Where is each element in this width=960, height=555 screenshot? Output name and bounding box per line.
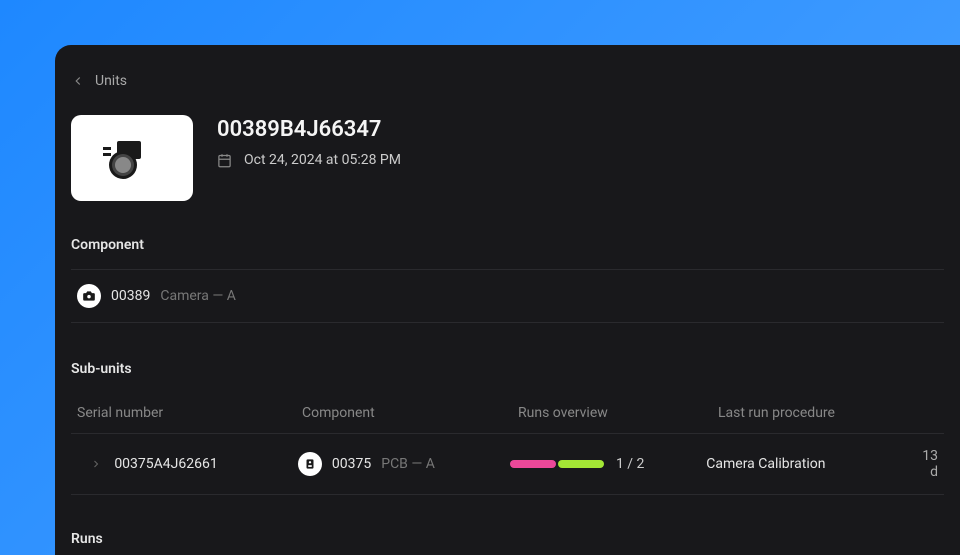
run-bar-fail — [510, 460, 556, 468]
calendar-icon — [217, 153, 232, 168]
back-icon[interactable] — [71, 74, 85, 88]
cell-time: 13 d — [922, 448, 938, 480]
component-section-heading: Component — [71, 237, 944, 253]
th-runs: Runs overview — [518, 405, 718, 421]
component-row[interactable]: 00389 Camera — A — [71, 269, 944, 323]
component-id: 00389 — [111, 288, 150, 304]
unit-header: 00389B4J66347 Oct 24, 2024 at 05:28 PM — [71, 115, 944, 201]
cell-lastrun: Camera Calibration — [706, 456, 922, 472]
subunits-table: Serial number Component Runs overview La… — [71, 393, 944, 495]
breadcrumb: Units — [71, 73, 944, 89]
camera-icon — [77, 284, 101, 308]
cell-serial: 00375A4J62661 — [114, 456, 298, 472]
table-row[interactable]: 00375A4J62661 00375 PCB — A 1 / 2 Camera… — [71, 434, 944, 495]
component-meta: Camera — A — [160, 288, 236, 304]
run-bar-pass — [558, 460, 604, 468]
breadcrumb-units-link[interactable]: Units — [95, 73, 127, 89]
cell-component: 00375 PCB — A — [298, 452, 510, 476]
runs-count-text: 1 / 2 — [616, 456, 644, 472]
th-serial: Serial number — [77, 405, 302, 421]
cell-component-meta: PCB — A — [381, 456, 435, 472]
timestamp-row: Oct 24, 2024 at 05:28 PM — [217, 152, 401, 168]
table-header-row: Serial number Component Runs overview La… — [71, 393, 944, 434]
timestamp-text: Oct 24, 2024 at 05:28 PM — [244, 152, 401, 168]
runs-progress-bars — [510, 460, 604, 468]
runs-section-heading: Runs — [71, 531, 944, 547]
expand-row-toggle[interactable] — [77, 458, 114, 470]
pcb-icon — [298, 452, 322, 476]
page-title: 00389B4J66347 — [217, 117, 401, 142]
cell-runs: 1 / 2 — [510, 456, 706, 472]
unit-thumbnail — [71, 115, 193, 201]
cell-component-id: 00375 — [332, 456, 371, 472]
th-component: Component — [302, 405, 518, 421]
subunits-section-heading: Sub-units — [71, 361, 944, 377]
app-window: Units 00389B4J66347 Oc — [55, 45, 960, 555]
th-lastrun: Last run procedure — [718, 405, 938, 421]
